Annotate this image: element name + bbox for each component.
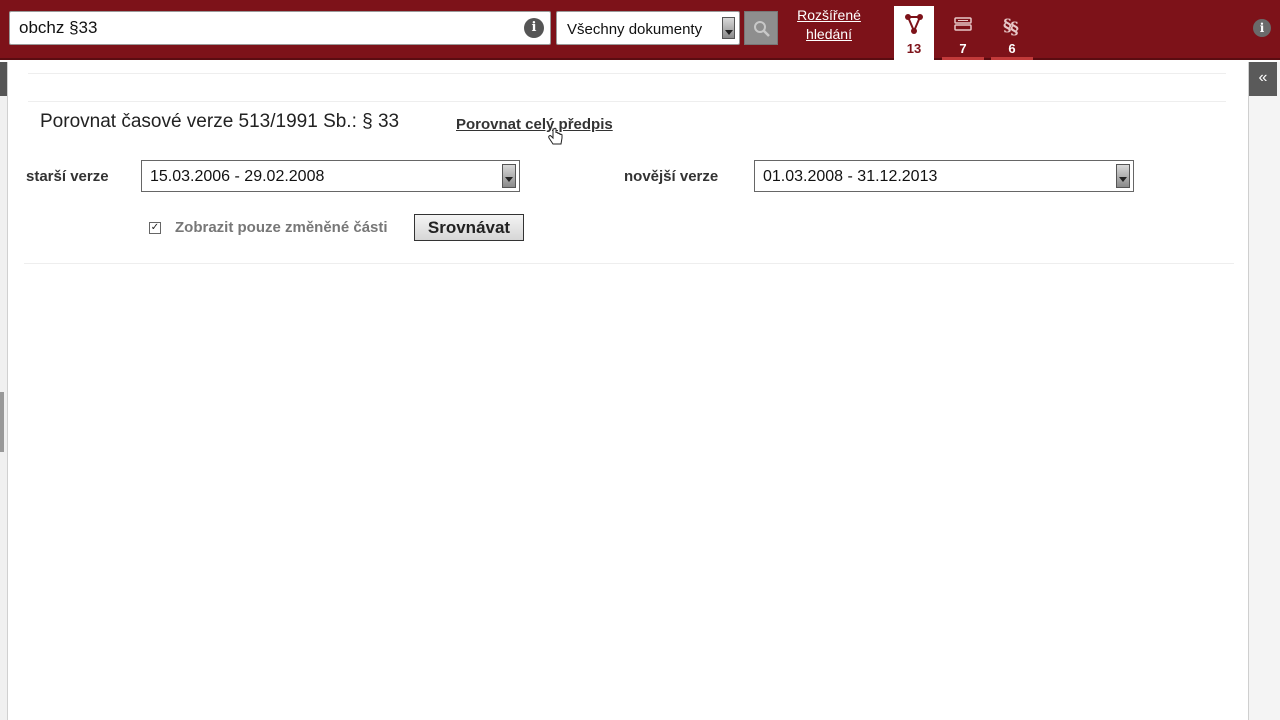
compare-button[interactable]: Srovnávat (414, 214, 524, 241)
newer-version-value: 01.03.2008 - 31.12.2013 (763, 168, 938, 185)
divider (28, 101, 1226, 102)
older-version-value: 15.03.2006 - 29.02.2008 (150, 168, 325, 185)
newer-version-label: novější verze (624, 168, 719, 185)
tab-documents[interactable]: 7 (942, 6, 984, 60)
top-bar: obchz §33 i Všechny dokumenty Rozšířené … (0, 0, 1280, 60)
divider (24, 263, 1234, 264)
only-changed-checkbox[interactable]: ✓ (149, 222, 161, 234)
only-changed-label[interactable]: Zobrazit pouze změněné části (175, 219, 388, 236)
tab-related[interactable]: 13 (894, 6, 934, 60)
tab-underline (991, 57, 1033, 60)
older-version-label: starší verze (26, 168, 109, 185)
svg-text:§: § (1010, 19, 1019, 36)
chevron-down-icon[interactable] (502, 164, 516, 188)
left-scroll-marker[interactable] (0, 392, 4, 452)
search-info-icon[interactable]: i (524, 18, 544, 38)
search-icon (754, 21, 770, 37)
tab-paragraphs[interactable]: § § 6 (991, 6, 1033, 60)
document-scope-value: Všechny dokumenty (567, 21, 703, 38)
paragraph-sections-icon: § § (1003, 16, 1019, 36)
left-panel-edge (0, 62, 8, 720)
advanced-search-link[interactable]: Rozšířené hledání (790, 6, 868, 44)
search-query[interactable]: obchz §33 (19, 18, 97, 38)
tab-underline (942, 57, 984, 60)
older-version-select[interactable]: 15.03.2006 - 29.02.2008 (141, 160, 520, 192)
left-panel-handle[interactable] (0, 62, 7, 96)
graph-nodes-icon (905, 14, 923, 34)
document-scope-select[interactable]: Všechny dokumenty (556, 11, 740, 45)
divider (28, 73, 1226, 74)
chevron-down-icon[interactable] (1116, 164, 1130, 188)
newer-version-select[interactable]: 01.03.2008 - 31.12.2013 (754, 160, 1134, 192)
tab-paragraphs-count: 6 (1008, 41, 1016, 56)
collapse-panel-button[interactable]: « (1249, 62, 1277, 96)
hand-cursor-icon (548, 127, 563, 145)
tab-documents-count: 7 (959, 41, 967, 56)
search-input[interactable]: obchz §33 i (9, 11, 551, 45)
document-list-icon (954, 17, 972, 31)
compare-whole-law-link[interactable]: Porovnat celý předpis (456, 116, 613, 133)
tab-related-count: 13 (906, 41, 922, 56)
right-panel (1248, 62, 1280, 720)
page-title: Porovnat časové verze 513/1991 Sb.: § 33 (40, 111, 400, 132)
help-info-icon[interactable]: i (1253, 19, 1271, 37)
chevron-down-icon[interactable] (722, 17, 735, 39)
search-button[interactable] (744, 11, 778, 45)
